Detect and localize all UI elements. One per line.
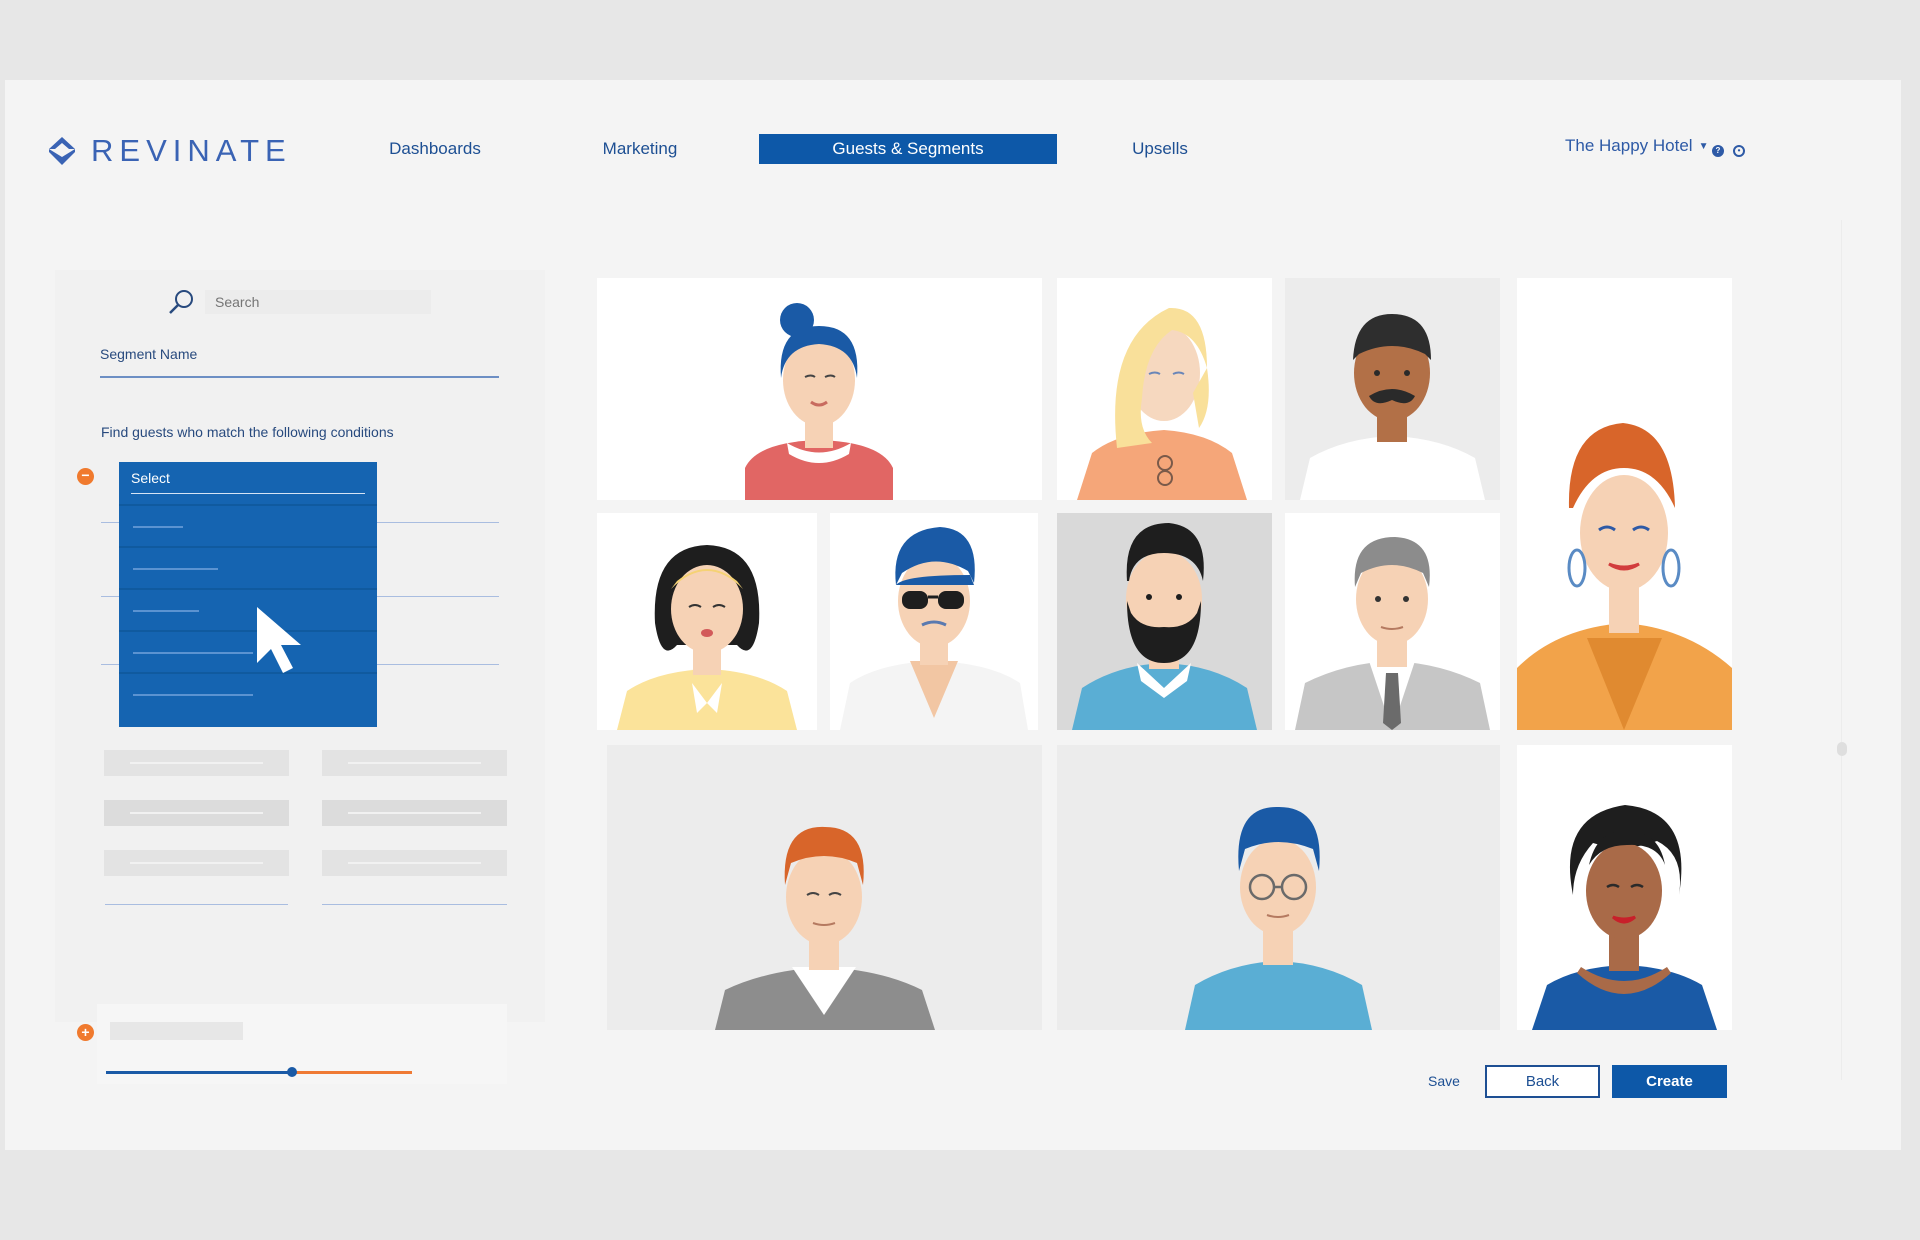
woman-curly-hair-avatar[interactable]: [1517, 745, 1732, 1030]
hotel-selector[interactable]: The Happy Hotel ▼: [1565, 136, 1708, 156]
conditions-label: Find guests who match the following cond…: [101, 424, 394, 440]
condition-value-field[interactable]: [104, 800, 289, 826]
create-button[interactable]: Create: [1612, 1065, 1727, 1098]
segment-name-input[interactable]: [100, 376, 499, 378]
man-gray-suit-avatar[interactable]: [1285, 513, 1500, 730]
man-mustache-avatar[interactable]: [1285, 278, 1500, 500]
brand-name: REVINATE: [91, 133, 292, 168]
mouse-pointer-icon: [257, 607, 301, 673]
condition-row-divider: [322, 904, 507, 905]
minus-icon[interactable]: −: [77, 468, 94, 485]
dropdown-underline: [131, 493, 365, 494]
add-condition-field[interactable]: [110, 1022, 243, 1040]
range-slider-thumb[interactable]: [287, 1067, 297, 1077]
dropdown-option[interactable]: [119, 546, 377, 588]
revinate-logo-icon: [49, 137, 75, 165]
nav-marketing[interactable]: Marketing: [560, 134, 720, 164]
brand-logo[interactable]: REVINATE: [47, 133, 292, 169]
man-glasses-avatar[interactable]: [1057, 745, 1500, 1030]
condition-value-field[interactable]: [104, 850, 289, 876]
condition-row-divider: [105, 904, 288, 905]
search-bar: [167, 288, 431, 316]
condition-value-field[interactable]: [322, 800, 507, 826]
plus-icon[interactable]: +: [77, 1024, 94, 1041]
dropdown-option[interactable]: [119, 588, 377, 630]
scrollbar-track: [1841, 220, 1842, 1080]
condition-row-divider: [101, 596, 121, 597]
dropdown-selected-value: Select: [131, 470, 170, 486]
condition-dropdown[interactable]: Select: [119, 462, 377, 727]
condition-row-divider: [101, 522, 121, 523]
condition-row-divider: [377, 664, 499, 665]
woman-red-hair-avatar[interactable]: [1517, 278, 1732, 730]
dropdown-option[interactable]: [119, 630, 377, 672]
woman-blue-bun-avatar[interactable]: [597, 278, 1042, 500]
nav-dashboards[interactable]: Dashboards: [350, 134, 520, 164]
scrollbar-thumb[interactable]: [1837, 742, 1847, 756]
search-input[interactable]: [205, 290, 431, 314]
dropdown-option[interactable]: [119, 504, 377, 546]
condition-value-field[interactable]: [322, 750, 507, 776]
dropdown-option[interactable]: [119, 672, 377, 714]
range-slider-filled[interactable]: [106, 1071, 292, 1074]
condition-value-field[interactable]: [104, 750, 289, 776]
save-button[interactable]: Save: [1424, 1070, 1464, 1092]
search-icon[interactable]: [167, 288, 195, 316]
nav-guests-segments[interactable]: Guests & Segments: [759, 134, 1057, 164]
man-sunglasses-avatar[interactable]: [830, 513, 1038, 730]
range-slider-remaining[interactable]: [292, 1071, 412, 1074]
hotel-name: The Happy Hotel: [1565, 136, 1693, 155]
condition-row-divider: [377, 596, 499, 597]
segment-builder-panel: Segment Name Find guests who match the f…: [55, 270, 545, 1084]
condition-value-field[interactable]: [322, 850, 507, 876]
woman-headband-avatar[interactable]: [597, 513, 817, 730]
condition-row-divider: [101, 664, 121, 665]
condition-row-divider: [377, 522, 499, 523]
woman-blonde-avatar[interactable]: [1057, 278, 1272, 500]
man-ginger-avatar[interactable]: [607, 745, 1042, 1030]
gear-icon[interactable]: •: [1733, 145, 1745, 157]
back-button[interactable]: Back: [1485, 1065, 1600, 1098]
app-window: REVINATE Dashboards Marketing Guests & S…: [5, 80, 1901, 1150]
segment-name-label: Segment Name: [100, 346, 198, 362]
help-icon[interactable]: ?: [1712, 145, 1724, 157]
nav-upsells[interactable]: Upsells: [1095, 134, 1225, 164]
man-beard-avatar[interactable]: [1057, 513, 1272, 730]
chevron-down-icon: ▼: [1698, 140, 1709, 152]
